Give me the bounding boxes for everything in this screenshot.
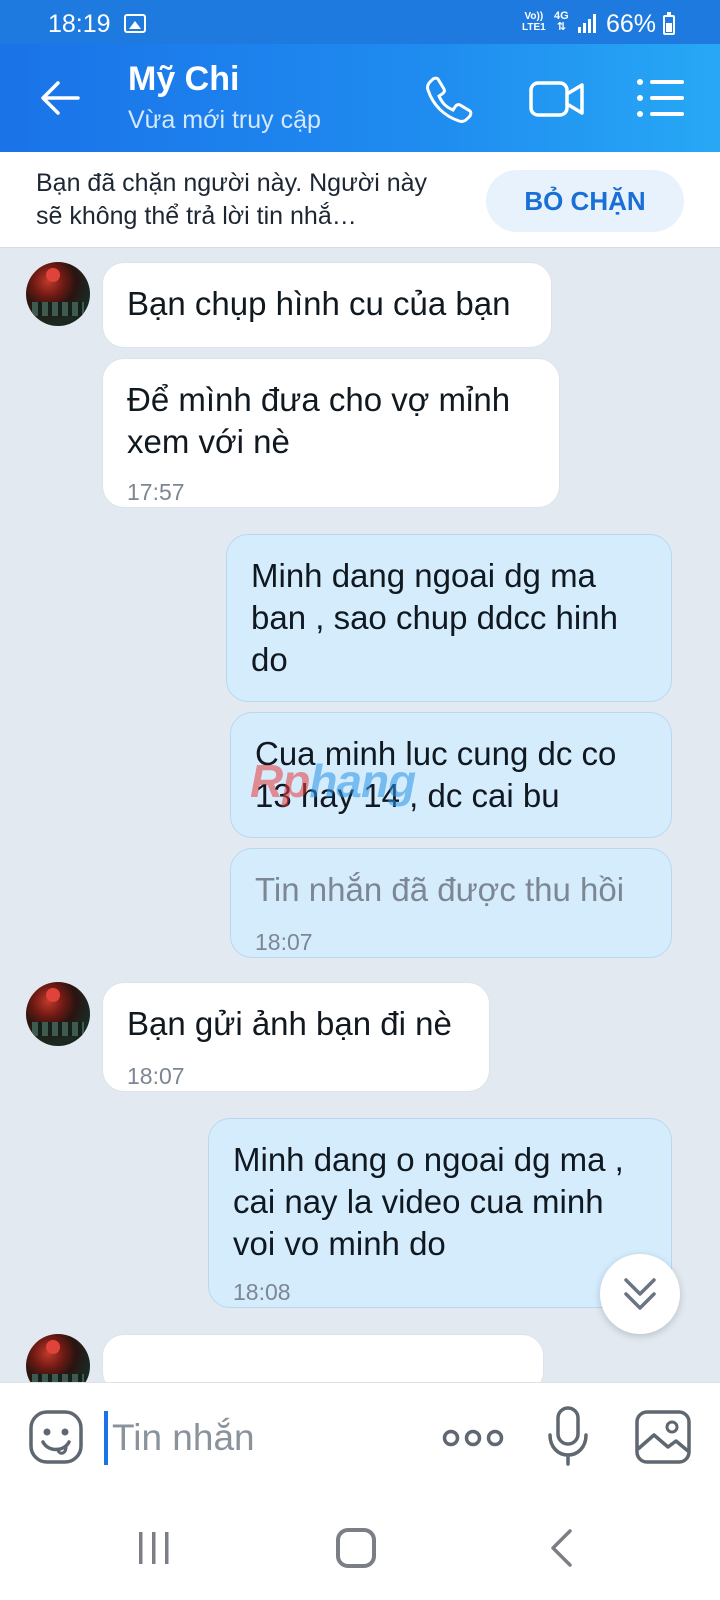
- chat-header: Mỹ Chi Vừa mới truy cập: [0, 44, 720, 152]
- message-composer: Tin nhắn: [0, 1382, 720, 1490]
- message-bubble-incoming[interactable]: Bạn gửi ảnh bạn đi nè 18:07: [102, 982, 490, 1092]
- watermark-part-red: Rp: [250, 755, 310, 807]
- home-button[interactable]: [336, 1528, 376, 1568]
- blocked-contact-banner: Bạn đã chặn người này. Người này sẽ khôn…: [0, 152, 720, 248]
- message-time: 18:07: [127, 1063, 185, 1089]
- message-text: Bạn gửi ảnh bạn đi nè: [127, 1005, 452, 1042]
- gallery-notification-icon: [124, 14, 146, 33]
- message-text: Minh dang ngoai dg ma ban , sao chup ddc…: [251, 557, 618, 678]
- battery-percent: 66%: [606, 10, 657, 38]
- unblock-button[interactable]: BỎ CHẶN: [486, 170, 684, 232]
- message-time: 18:08: [233, 1279, 291, 1305]
- message-bubble-outgoing[interactable]: Minh dang ngoai dg ma ban , sao chup ddc…: [226, 534, 672, 702]
- text-cursor: [104, 1411, 108, 1465]
- contact-name[interactable]: Mỹ Chi: [128, 60, 239, 99]
- message-time: 17:57: [127, 479, 185, 505]
- emoji-icon[interactable]: [28, 1409, 84, 1465]
- double-chevron-down-icon: [624, 1278, 656, 1310]
- scroll-to-bottom-button[interactable]: [600, 1254, 680, 1334]
- recent-apps-icon[interactable]: [136, 1530, 172, 1566]
- microphone-icon[interactable]: [546, 1405, 590, 1467]
- signal-strength-icon: [578, 13, 600, 33]
- blocked-notice-text: Bạn đã chặn người này. Người này sẽ khôn…: [36, 169, 428, 230]
- contact-avatar[interactable]: [26, 262, 90, 326]
- message-bubble-recalled[interactable]: Tin nhắn đã được thu hồi 18:07: [230, 848, 672, 958]
- watermark-part-blue: hang: [309, 755, 416, 807]
- volte-indicator: Vo)) LTE1: [522, 11, 546, 33]
- system-navigation-bar: [0, 1490, 720, 1600]
- network-type-label: 4G: [554, 10, 569, 22]
- status-bar: 18:19 Vo)) LTE1 4G ⇅ 66%: [0, 0, 720, 44]
- message-input[interactable]: Tin nhắn: [112, 1411, 412, 1465]
- message-time: 18:07: [255, 929, 313, 955]
- contact-status: Vừa mới truy cập: [128, 106, 321, 134]
- volte-top-text: Vo)): [524, 11, 544, 22]
- recalled-message-text: Tin nhắn đã được thu hồi: [255, 871, 625, 908]
- status-time: 18:19: [48, 10, 111, 38]
- nav-back-icon[interactable]: [546, 1528, 576, 1568]
- back-arrow-icon[interactable]: [36, 74, 84, 122]
- network-type: 4G ⇅: [554, 10, 569, 33]
- message-bubble-incoming[interactable]: Bạn chụp hình cu của bạn: [102, 262, 552, 348]
- battery-icon: [663, 12, 675, 35]
- menu-list-icon[interactable]: [636, 76, 686, 120]
- contact-avatar[interactable]: [26, 982, 90, 1046]
- message-text: Để mình đưa cho vợ mỉnh xem với nè: [127, 381, 511, 460]
- message-text: Minh dang o ngoai dg ma , cai nay la vid…: [233, 1141, 624, 1262]
- more-dots-icon[interactable]: [442, 1413, 504, 1463]
- image-icon[interactable]: [634, 1409, 692, 1465]
- volte-bottom-text: LTE1: [522, 22, 546, 33]
- message-text: Bạn chụp hình cu của bạn: [127, 285, 511, 322]
- message-bubble-incoming[interactable]: Để mình đưa cho vợ mỉnh xem với nè 17:57: [102, 358, 560, 508]
- video-camera-icon[interactable]: [528, 76, 586, 122]
- watermark-logo: Rphang: [250, 754, 416, 808]
- phone-icon[interactable]: [424, 74, 474, 124]
